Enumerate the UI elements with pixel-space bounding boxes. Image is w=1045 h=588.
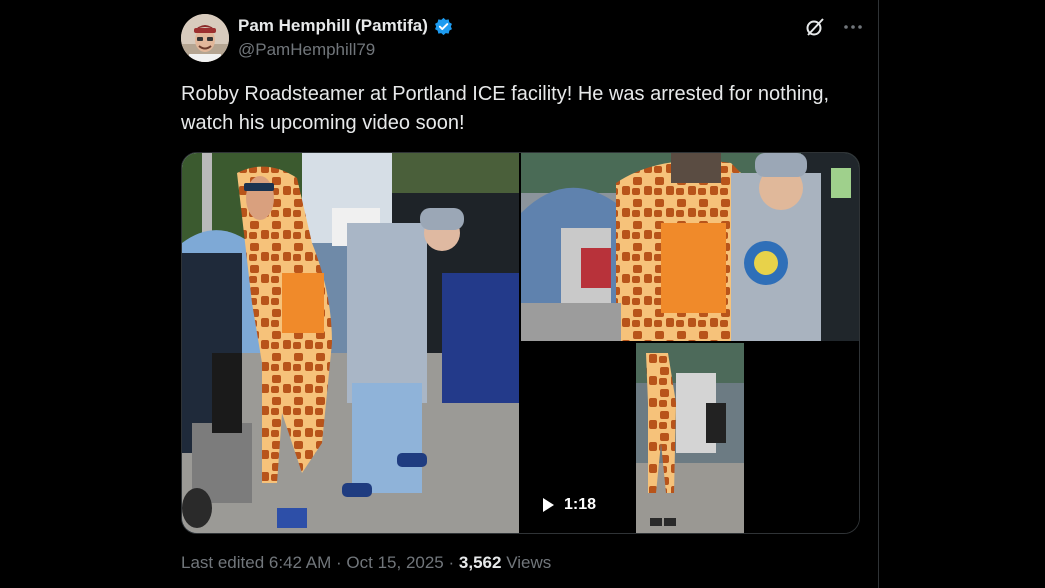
video-duration: 1:18	[564, 496, 597, 513]
video-play-control[interactable]: 1:18	[543, 496, 596, 514]
column-divider	[878, 0, 879, 588]
more-icon[interactable]	[842, 16, 864, 38]
verified-badge-icon	[434, 17, 452, 35]
views-label: Views	[506, 553, 552, 572]
photo-giraffe-and-friend[interactable]	[521, 153, 859, 341]
tweet-text: Robby Roadsteamer at Portland ICE facili…	[181, 83, 830, 134]
tweet-date[interactable]: Oct 15, 2025	[346, 553, 443, 572]
video-player[interactable]: 1:18	[521, 343, 859, 533]
tweet-page: Pam Hemphill (Pamtifa) @PamHemphill79 Ro…	[0, 0, 1045, 588]
edited-timestamp[interactable]: Last edited 6:42 AM	[181, 553, 331, 572]
play-icon[interactable]	[543, 498, 554, 512]
author-handle[interactable]: @PamHemphill79	[238, 40, 375, 60]
media-grid: 1:18	[181, 152, 860, 534]
author-display-name[interactable]: Pam Hemphill (Pamtifa)	[238, 16, 428, 36]
tweet-top-actions	[804, 16, 864, 38]
views-count: 3,562	[458, 553, 502, 572]
meta-separator: ·	[336, 553, 342, 572]
tweet-meta: Last edited 6:42 AM · Oct 15, 2025 · 3,5…	[181, 553, 551, 573]
grok-icon[interactable]	[804, 16, 826, 38]
meta-separator-2: ·	[448, 553, 455, 572]
video-thumbnail	[636, 343, 744, 533]
avatar[interactable]	[181, 14, 229, 62]
author-name-row: Pam Hemphill (Pamtifa)	[238, 16, 453, 36]
photo-giraffe-costume-street[interactable]	[182, 153, 519, 533]
